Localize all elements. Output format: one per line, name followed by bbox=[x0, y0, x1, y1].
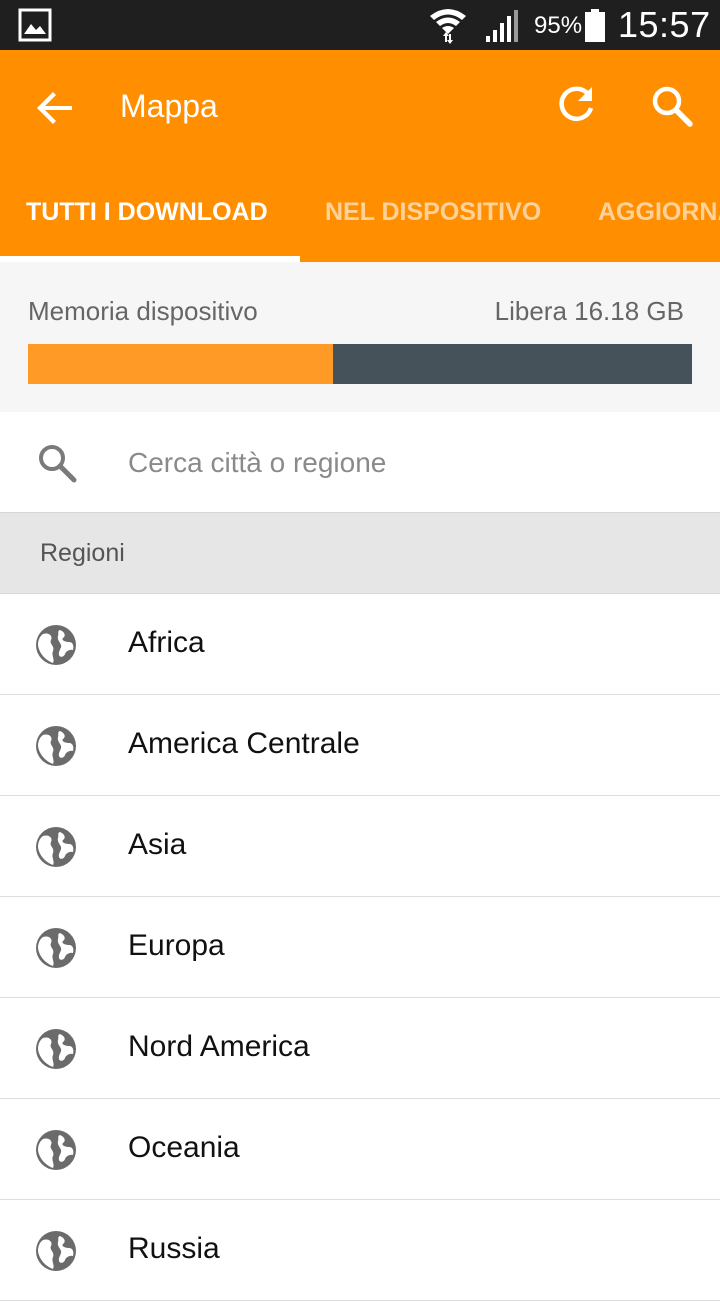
wifi-icon bbox=[430, 9, 466, 44]
section-title: Regioni bbox=[40, 539, 125, 567]
globe-icon bbox=[36, 726, 76, 766]
storage-bar bbox=[28, 344, 692, 384]
list-item-label: Africa bbox=[128, 626, 205, 659]
page-title: Mappa bbox=[120, 88, 218, 124]
tab-all-downloads[interactable]: TUTTI I DOWNLOAD bbox=[26, 198, 268, 227]
gallery-icon bbox=[18, 8, 52, 42]
list-item-asia[interactable]: Asia bbox=[0, 796, 720, 897]
battery-percent: 95% bbox=[534, 12, 583, 39]
globe-icon bbox=[36, 1231, 76, 1271]
globe-icon bbox=[36, 1029, 76, 1069]
search-row bbox=[0, 412, 720, 513]
globe-icon bbox=[36, 928, 76, 968]
back-icon[interactable] bbox=[36, 88, 76, 128]
search-icon bbox=[39, 445, 77, 483]
list-item-label: Russia bbox=[128, 1232, 220, 1265]
tab-updates[interactable]: AGGIORNA bbox=[598, 198, 720, 227]
search-input[interactable] bbox=[128, 442, 688, 484]
signal-icon bbox=[486, 10, 518, 42]
list-item-oceania[interactable]: Oceania bbox=[0, 1099, 720, 1200]
tab-bar: TUTTI I DOWNLOAD NEL DISPOSITIVO AGGIORN… bbox=[0, 180, 720, 262]
storage-card: Memoria dispositivo Libera 16.18 GB bbox=[0, 262, 720, 412]
list-item-central-america[interactable]: America Centrale bbox=[0, 695, 720, 796]
list-item-label: America Centrale bbox=[128, 727, 360, 760]
storage-used-fill bbox=[28, 344, 334, 384]
globe-icon bbox=[36, 827, 76, 867]
list-item-north-america[interactable]: Nord America bbox=[0, 998, 720, 1099]
app-bar: Mappa TUTTI I DOWNLOAD NEL DISPOSITIVO A… bbox=[0, 50, 720, 262]
list-item-label: Oceania bbox=[128, 1131, 240, 1164]
list-item-label: Europa bbox=[128, 929, 225, 962]
globe-icon bbox=[36, 1130, 76, 1170]
clock: 15:57 bbox=[618, 4, 711, 45]
list-item-label: Asia bbox=[128, 828, 187, 861]
list-item-europe[interactable]: Europa bbox=[0, 897, 720, 998]
battery-icon bbox=[585, 9, 605, 42]
status-bar: 95% 15:57 bbox=[0, 0, 720, 50]
list-item-russia[interactable]: Russia bbox=[0, 1200, 720, 1301]
list-item-africa[interactable]: Africa bbox=[0, 594, 720, 695]
region-list: Africa America Centrale Asia Europa Nord… bbox=[0, 594, 720, 1301]
search-icon[interactable] bbox=[650, 84, 694, 128]
storage-label: Memoria dispositivo bbox=[28, 296, 258, 326]
globe-icon bbox=[36, 625, 76, 665]
tab-on-device[interactable]: NEL DISPOSITIVO bbox=[325, 198, 541, 227]
refresh-icon[interactable] bbox=[554, 84, 598, 128]
section-header: Regioni bbox=[0, 513, 720, 594]
storage-free-text: Libera 16.18 GB bbox=[494, 296, 684, 326]
list-item-label: Nord America bbox=[128, 1030, 310, 1063]
